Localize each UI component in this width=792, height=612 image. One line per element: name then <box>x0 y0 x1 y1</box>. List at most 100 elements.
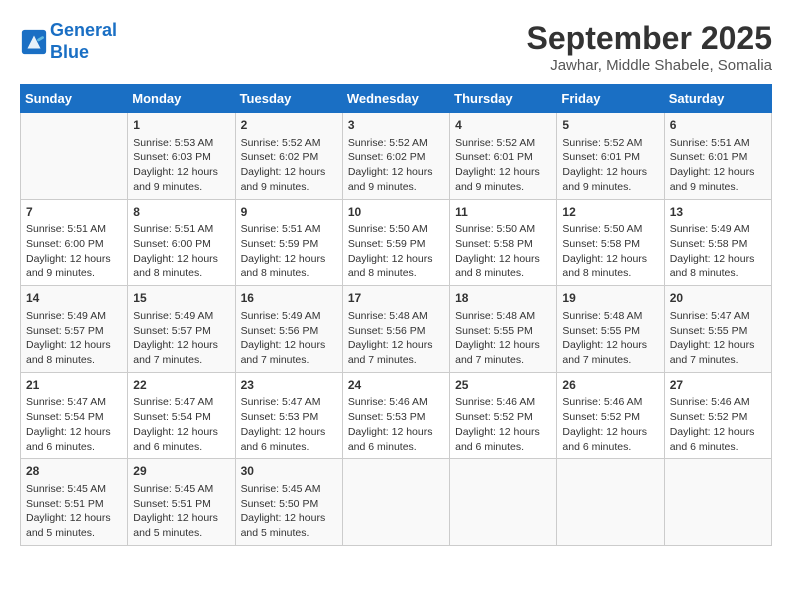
cell-text: and 9 minutes. <box>455 180 551 195</box>
cell-text: Sunset: 6:02 PM <box>241 150 337 165</box>
cell-text: Daylight: 12 hours <box>670 165 766 180</box>
day-number: 20 <box>670 290 766 307</box>
week-row-2: 7Sunrise: 5:51 AMSunset: 6:00 PMDaylight… <box>21 199 772 286</box>
cell-text: Daylight: 12 hours <box>670 425 766 440</box>
calendar-table: SundayMondayTuesdayWednesdayThursdayFrid… <box>20 84 772 546</box>
day-number: 8 <box>133 204 229 221</box>
cell-text: Sunset: 5:51 PM <box>26 497 122 512</box>
cell-text: Sunrise: 5:51 AM <box>26 222 122 237</box>
logo-icon <box>20 28 48 56</box>
cell-text: Daylight: 12 hours <box>241 511 337 526</box>
cell-text: Sunset: 5:59 PM <box>241 237 337 252</box>
cell-text: Sunset: 5:53 PM <box>348 410 444 425</box>
cell-text: Sunset: 5:57 PM <box>26 324 122 339</box>
cell-text: Sunrise: 5:47 AM <box>133 395 229 410</box>
calendar-cell: 7Sunrise: 5:51 AMSunset: 6:00 PMDaylight… <box>21 199 128 286</box>
day-number: 25 <box>455 377 551 394</box>
column-header-sunday: Sunday <box>21 85 128 113</box>
day-number: 15 <box>133 290 229 307</box>
column-header-tuesday: Tuesday <box>235 85 342 113</box>
calendar-cell: 28Sunrise: 5:45 AMSunset: 5:51 PMDayligh… <box>21 459 128 546</box>
calendar-cell: 20Sunrise: 5:47 AMSunset: 5:55 PMDayligh… <box>664 286 771 373</box>
cell-text: Daylight: 12 hours <box>133 252 229 267</box>
day-number: 19 <box>562 290 658 307</box>
cell-text: and 6 minutes. <box>670 440 766 455</box>
cell-text: Sunrise: 5:51 AM <box>241 222 337 237</box>
cell-text: Sunset: 6:01 PM <box>455 150 551 165</box>
cell-text: Sunset: 6:02 PM <box>348 150 444 165</box>
calendar-cell: 14Sunrise: 5:49 AMSunset: 5:57 PMDayligh… <box>21 286 128 373</box>
calendar-cell <box>342 459 449 546</box>
cell-text: Sunrise: 5:47 AM <box>241 395 337 410</box>
cell-text: Sunset: 5:58 PM <box>455 237 551 252</box>
cell-text: and 8 minutes. <box>455 266 551 281</box>
cell-text: Sunset: 5:52 PM <box>562 410 658 425</box>
cell-text: and 8 minutes. <box>348 266 444 281</box>
cell-text: and 5 minutes. <box>133 526 229 541</box>
cell-text: and 9 minutes. <box>670 180 766 195</box>
cell-text: Daylight: 12 hours <box>455 165 551 180</box>
cell-text: Sunset: 5:55 PM <box>455 324 551 339</box>
cell-text: Sunset: 6:01 PM <box>670 150 766 165</box>
calendar-cell: 2Sunrise: 5:52 AMSunset: 6:02 PMDaylight… <box>235 113 342 200</box>
cell-text: Daylight: 12 hours <box>133 338 229 353</box>
header-row: SundayMondayTuesdayWednesdayThursdayFrid… <box>21 85 772 113</box>
cell-text: Sunrise: 5:49 AM <box>133 309 229 324</box>
calendar-cell: 16Sunrise: 5:49 AMSunset: 5:56 PMDayligh… <box>235 286 342 373</box>
cell-text: Daylight: 12 hours <box>241 338 337 353</box>
cell-text: Sunrise: 5:49 AM <box>241 309 337 324</box>
cell-text: Daylight: 12 hours <box>455 425 551 440</box>
calendar-cell: 13Sunrise: 5:49 AMSunset: 5:58 PMDayligh… <box>664 199 771 286</box>
cell-text: Sunset: 5:51 PM <box>133 497 229 512</box>
day-number: 4 <box>455 117 551 134</box>
cell-text: Daylight: 12 hours <box>133 425 229 440</box>
cell-text: Daylight: 12 hours <box>241 425 337 440</box>
cell-text: Sunrise: 5:45 AM <box>26 482 122 497</box>
calendar-cell: 17Sunrise: 5:48 AMSunset: 5:56 PMDayligh… <box>342 286 449 373</box>
logo: General Blue <box>20 20 117 63</box>
cell-text: Sunrise: 5:50 AM <box>348 222 444 237</box>
cell-text: Daylight: 12 hours <box>26 338 122 353</box>
day-number: 2 <box>241 117 337 134</box>
calendar-cell <box>450 459 557 546</box>
cell-text: Sunrise: 5:52 AM <box>562 136 658 151</box>
cell-text: Daylight: 12 hours <box>455 252 551 267</box>
day-number: 10 <box>348 204 444 221</box>
page-header: General Blue September 2025 Jawhar, Midd… <box>20 20 772 74</box>
cell-text: and 7 minutes. <box>133 353 229 368</box>
title-block: September 2025 Jawhar, Middle Shabele, S… <box>527 20 772 74</box>
calendar-cell: 19Sunrise: 5:48 AMSunset: 5:55 PMDayligh… <box>557 286 664 373</box>
day-number: 7 <box>26 204 122 221</box>
cell-text: Sunrise: 5:48 AM <box>348 309 444 324</box>
cell-text: Sunset: 5:58 PM <box>562 237 658 252</box>
cell-text: Sunrise: 5:52 AM <box>348 136 444 151</box>
calendar-cell: 30Sunrise: 5:45 AMSunset: 5:50 PMDayligh… <box>235 459 342 546</box>
day-number: 27 <box>670 377 766 394</box>
cell-text: Daylight: 12 hours <box>26 511 122 526</box>
cell-text: Sunset: 5:58 PM <box>670 237 766 252</box>
cell-text: and 6 minutes. <box>348 440 444 455</box>
cell-text: Sunrise: 5:52 AM <box>455 136 551 151</box>
cell-text: Sunrise: 5:50 AM <box>562 222 658 237</box>
subtitle: Jawhar, Middle Shabele, Somalia <box>527 57 772 74</box>
cell-text: and 8 minutes. <box>562 266 658 281</box>
calendar-cell: 6Sunrise: 5:51 AMSunset: 6:01 PMDaylight… <box>664 113 771 200</box>
day-number: 17 <box>348 290 444 307</box>
week-row-4: 21Sunrise: 5:47 AMSunset: 5:54 PMDayligh… <box>21 372 772 459</box>
cell-text: and 6 minutes. <box>455 440 551 455</box>
cell-text: Daylight: 12 hours <box>670 338 766 353</box>
cell-text: and 7 minutes. <box>348 353 444 368</box>
cell-text: Sunset: 5:54 PM <box>133 410 229 425</box>
cell-text: Sunrise: 5:48 AM <box>455 309 551 324</box>
cell-text: and 7 minutes. <box>562 353 658 368</box>
calendar-cell: 10Sunrise: 5:50 AMSunset: 5:59 PMDayligh… <box>342 199 449 286</box>
cell-text: Sunrise: 5:47 AM <box>26 395 122 410</box>
cell-text: and 8 minutes. <box>670 266 766 281</box>
cell-text: and 5 minutes. <box>241 526 337 541</box>
cell-text: Sunrise: 5:53 AM <box>133 136 229 151</box>
cell-text: Sunset: 5:57 PM <box>133 324 229 339</box>
column-header-thursday: Thursday <box>450 85 557 113</box>
cell-text: and 9 minutes. <box>241 180 337 195</box>
day-number: 9 <box>241 204 337 221</box>
calendar-cell: 21Sunrise: 5:47 AMSunset: 5:54 PMDayligh… <box>21 372 128 459</box>
